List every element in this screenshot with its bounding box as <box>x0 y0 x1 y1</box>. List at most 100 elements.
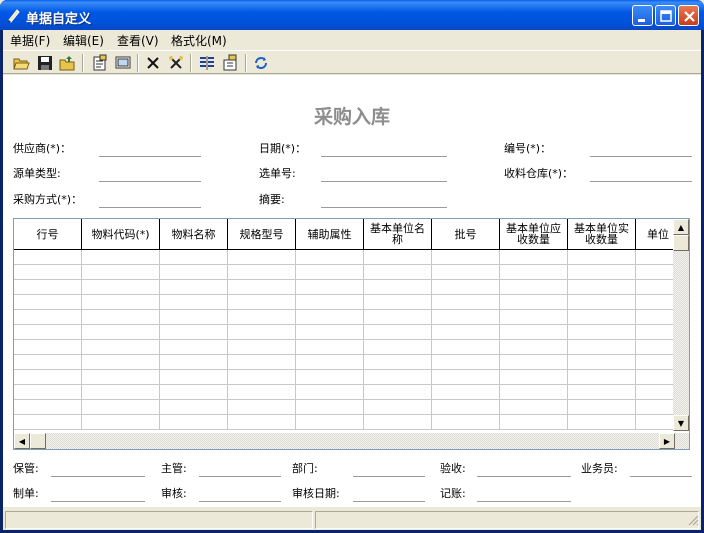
entry-grid[interactable]: 行号 物料代码(*) 物料名称 规格型号 辅助属性 基本单位名称 批号 基本单位应收数量 基本单… <box>13 218 690 450</box>
grid-cell[interactable] <box>228 280 296 295</box>
grid-cell[interactable] <box>500 310 568 325</box>
menu-edit[interactable]: 编辑(E) <box>63 32 104 49</box>
scroll-down-button[interactable]: ▼ <box>673 415 689 431</box>
grid-cell[interactable] <box>432 400 500 415</box>
grid-cell[interactable] <box>82 280 160 295</box>
grid-column-header[interactable]: 物料代码(*) <box>82 219 160 250</box>
grid-cell[interactable] <box>228 310 296 325</box>
grid-cell[interactable] <box>364 310 432 325</box>
grid-cell[interactable] <box>228 340 296 355</box>
grid-cell[interactable] <box>568 340 636 355</box>
grid-cell[interactable] <box>82 310 160 325</box>
grid-cell[interactable] <box>160 295 228 310</box>
table-row[interactable] <box>14 280 681 295</box>
close-button[interactable] <box>678 5 699 26</box>
grid-cell[interactable] <box>14 250 82 265</box>
grid-cell[interactable] <box>568 385 636 400</box>
grid-cell[interactable] <box>568 265 636 280</box>
grid-cell[interactable] <box>296 280 364 295</box>
grid-cell[interactable] <box>432 415 500 430</box>
folder-up-icon[interactable] <box>58 54 76 72</box>
grid-cell[interactable] <box>568 250 636 265</box>
grid-cell[interactable] <box>432 250 500 265</box>
grid-cell[interactable] <box>500 250 568 265</box>
scroll-left-button[interactable]: ◀ <box>14 433 30 449</box>
grid-cell[interactable] <box>296 340 364 355</box>
grid-cell[interactable] <box>432 280 500 295</box>
grid-cell[interactable] <box>432 385 500 400</box>
grid-cell[interactable] <box>228 370 296 385</box>
cut-icon[interactable] <box>167 54 185 72</box>
grid-cell[interactable] <box>160 400 228 415</box>
grid-cell[interactable] <box>14 340 82 355</box>
grid-cell[interactable] <box>228 355 296 370</box>
grid-cell[interactable] <box>568 370 636 385</box>
grid-cell[interactable] <box>296 370 364 385</box>
summary-field[interactable] <box>321 207 447 208</box>
grid-cell[interactable] <box>82 385 160 400</box>
grid-cell[interactable] <box>364 415 432 430</box>
grid-cell[interactable] <box>432 295 500 310</box>
preparer-field[interactable] <box>51 501 145 502</box>
horizontal-scrollbar[interactable]: ◀ ▶ <box>14 433 689 449</box>
minimize-button[interactable] <box>632 5 653 26</box>
align-icon[interactable] <box>198 54 216 72</box>
table-row[interactable] <box>14 415 681 430</box>
supplier-field[interactable] <box>99 156 201 157</box>
table-row[interactable] <box>14 265 681 280</box>
grid-cell[interactable] <box>432 340 500 355</box>
grid-cell[interactable] <box>500 385 568 400</box>
grid-column-header[interactable]: 基本单位实收数量 <box>568 219 636 250</box>
grid-cell[interactable] <box>82 355 160 370</box>
grid-cell[interactable] <box>14 310 82 325</box>
table-row[interactable] <box>14 295 681 310</box>
scroll-up-button[interactable]: ▲ <box>673 219 689 235</box>
grid-cell[interactable] <box>14 385 82 400</box>
grid-cell[interactable] <box>568 415 636 430</box>
grid-column-header[interactable]: 基本单位名称 <box>364 219 432 250</box>
grid-cell[interactable] <box>82 400 160 415</box>
date-field[interactable] <box>321 156 447 157</box>
grid-cell[interactable] <box>14 295 82 310</box>
table-row[interactable] <box>14 370 681 385</box>
grid-cell[interactable] <box>14 400 82 415</box>
scroll-right-button[interactable]: ▶ <box>659 433 675 449</box>
menu-view[interactable]: 查看(V) <box>117 32 159 49</box>
grid-cell[interactable] <box>364 385 432 400</box>
grid-cell[interactable] <box>160 325 228 340</box>
grid-cell[interactable] <box>14 370 82 385</box>
grid-cell[interactable] <box>500 415 568 430</box>
table-row[interactable] <box>14 385 681 400</box>
grid-cell[interactable] <box>364 295 432 310</box>
grid-cell[interactable] <box>296 400 364 415</box>
grid-cell[interactable] <box>228 385 296 400</box>
grid-cell[interactable] <box>364 340 432 355</box>
grid-cell[interactable] <box>500 325 568 340</box>
grid-column-header[interactable]: 行号 <box>14 219 82 250</box>
refresh-icon[interactable] <box>252 54 270 72</box>
delete-icon[interactable] <box>144 54 162 72</box>
grid-cell[interactable] <box>568 325 636 340</box>
grid-column-header[interactable]: 批号 <box>432 219 500 250</box>
table-row[interactable] <box>14 400 681 415</box>
grid-cell[interactable] <box>500 265 568 280</box>
grid-cell[interactable] <box>568 295 636 310</box>
source-type-field[interactable] <box>99 181 201 182</box>
grid-cell[interactable] <box>432 355 500 370</box>
grid-cell[interactable] <box>296 355 364 370</box>
grid-cell[interactable] <box>82 370 160 385</box>
grid-cell[interactable] <box>228 295 296 310</box>
table-row[interactable] <box>14 340 681 355</box>
vertical-scroll-thumb[interactable] <box>673 235 689 251</box>
grid-cell[interactable] <box>296 265 364 280</box>
grid-cell[interactable] <box>296 415 364 430</box>
menu-document[interactable]: 单据(F) <box>10 32 50 49</box>
grid-cell[interactable] <box>568 280 636 295</box>
save-icon[interactable] <box>36 54 54 72</box>
open-folder-icon[interactable] <box>12 54 30 72</box>
grid-cell[interactable] <box>500 370 568 385</box>
grid-cell[interactable] <box>228 250 296 265</box>
settings-icon[interactable] <box>221 54 239 72</box>
grid-cell[interactable] <box>82 265 160 280</box>
grid-cell[interactable] <box>432 310 500 325</box>
